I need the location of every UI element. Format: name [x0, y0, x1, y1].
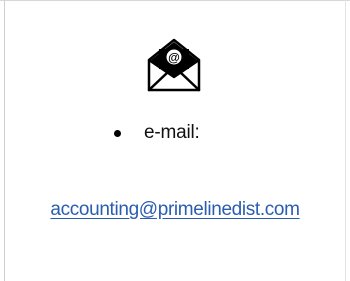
- email-link[interactable]: accounting@primelinedist.com: [0, 199, 350, 221]
- contact-card: @ e-mail: accounting@primelinedist.com: [0, 0, 350, 281]
- left-divider: [4, 0, 5, 281]
- top-divider: [0, 0, 350, 1]
- bullet-icon: [114, 129, 121, 137]
- right-divider: [345, 0, 346, 281]
- email-label: e-mail:: [144, 122, 200, 143]
- svg-text:@: @: [168, 51, 180, 65]
- email-envelope-icon: @: [147, 38, 201, 92]
- email-label-row: e-mail:: [114, 121, 200, 145]
